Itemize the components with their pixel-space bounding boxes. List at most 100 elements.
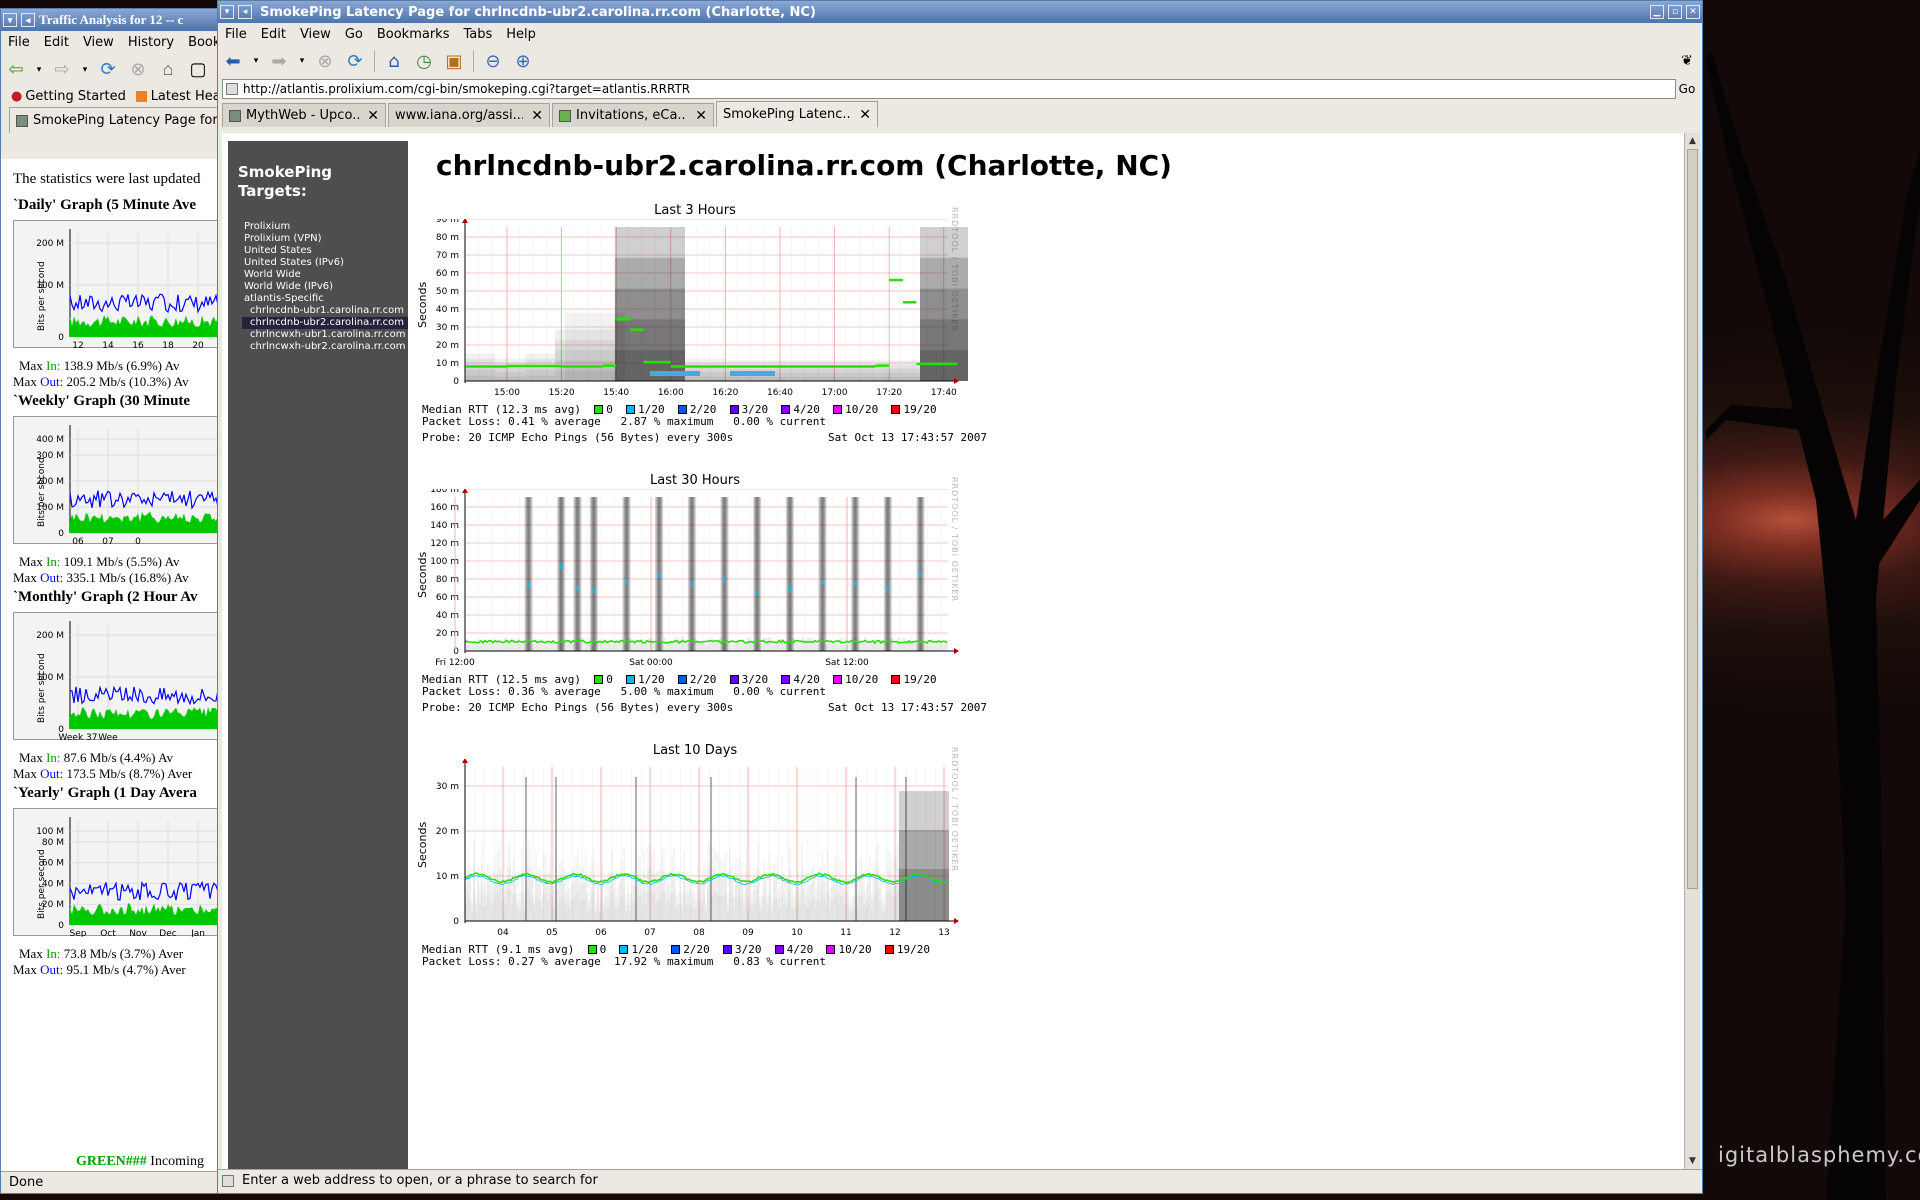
menu-file[interactable]: File [218,27,254,42]
forward-arrow-icon[interactable]: ⇨ [49,56,75,82]
stop-icon[interactable]: ⊗ [312,48,338,74]
vertical-scrollbar[interactable]: ▲ ▼ [1684,133,1700,1169]
x-axis-arrow [954,918,959,924]
tab-iana[interactable]: www.iana.org/assi... ✕ [388,103,550,127]
smoke-band [731,897,733,921]
smoke-band [762,638,765,651]
menu-go[interactable]: Go [338,27,370,42]
address-bar[interactable]: http://atlantis.prolixium.com/cgi-bin/sm… [222,79,1676,99]
traffic-window-titlebar[interactable]: ▾ ◂ Traffic Analysis for 12 -- c [1,9,229,31]
home-icon[interactable]: ⌂ [381,48,407,74]
sidebar-subitem-2[interactable]: chrlncwxh-ubr1.carolina.rr.com [244,329,408,341]
smoke-band [657,901,659,921]
back-history-icon[interactable]: ▾ [250,48,262,74]
legend-swatch [671,945,681,954]
x-tick-label: Sep [70,929,87,937]
forward-history-icon[interactable]: ▾ [296,48,308,74]
tab-smokeping[interactable]: SmokePing Latenc... ✕ [716,101,878,127]
section-heading: `Yearly' Graph (1 Day Avera [13,785,197,801]
back-history-icon[interactable]: ▾ [33,56,45,82]
window-shade-icon[interactable]: ◂ [238,5,252,19]
sidebar-subitem-1[interactable]: chrlncdnb-ubr2.carolina.rr.com [242,317,408,329]
go-button[interactable]: Go [1676,82,1698,96]
tab-invitations[interactable]: Invitations, eCa... ✕ [552,103,714,127]
smokeping-titlebar[interactable]: ▾ ◂ SmokePing Latency Page for chrlncdnb… [218,1,1702,23]
sidebar-subitem-0[interactable]: chrlncdnb-ubr1.carolina.rr.com [244,305,408,317]
zoom-in-icon[interactable]: ⊕ [510,48,536,74]
scroll-down-icon[interactable]: ▼ [1685,1153,1700,1169]
menu-file[interactable]: File [1,35,37,50]
back-arrow-icon[interactable]: ⬅ [220,48,246,74]
window-menu-icon[interactable]: ▾ [3,13,17,27]
legend-label: 19/20 [903,403,937,416]
close-icon[interactable]: ✕ [1686,5,1700,19]
bookmark-icon[interactable]: ▢ [185,56,211,82]
smoke-band [897,890,899,921]
sidebar-item-0[interactable]: Prolixium [244,221,408,233]
sidebar-item-2[interactable]: United States [244,245,408,257]
reload-icon[interactable]: ⟳ [342,48,368,74]
smoke-band [843,903,845,921]
legend-entry: 19/20 [878,673,937,686]
smoke-band [543,644,546,651]
y-axis-arrow [462,489,468,493]
forward-arrow-icon[interactable]: ➡ [266,48,292,74]
smoke-band [935,869,937,921]
menu-edit[interactable]: Edit [37,35,76,50]
traffic-analysis-window[interactable]: ▾ ◂ Traffic Analysis for 12 -- c File Ed… [0,8,230,1194]
smoke-band [943,869,945,921]
smoke-band [887,891,889,921]
reload-icon[interactable]: ⟳ [95,56,121,82]
smoke-band [549,894,551,921]
menu-help[interactable]: Help [499,27,543,42]
menu-view[interactable]: View [293,27,338,42]
menu-edit[interactable]: Edit [254,27,293,42]
bookmark-getting-started[interactable]: Getting Started [25,89,126,104]
tab-close-icon[interactable]: ✕ [695,108,707,124]
traffic-tab[interactable]: SmokePing Latency Page for ch [9,107,227,133]
history-icon[interactable]: ◷ [411,48,437,74]
maximize-icon[interactable]: ▫ [1668,5,1682,19]
menu-view[interactable]: View [76,35,121,50]
smoke-band [901,869,903,921]
tab-close-icon[interactable]: ✕ [859,107,871,123]
smoke-band [893,896,895,921]
smoke-area [465,227,968,381]
smoke-band [685,904,687,921]
stop-icon[interactable]: ⊗ [125,56,151,82]
zoom-out-icon[interactable]: ⊖ [480,48,506,74]
forward-history-icon[interactable]: ▾ [79,56,91,82]
sidebar-item-5[interactable]: World Wide (IPv6) [244,281,408,293]
loss-marker [756,590,759,596]
sidebar-item-6[interactable]: atlantis-Specific [244,293,408,305]
scroll-thumb[interactable] [1687,149,1698,889]
tab-close-icon[interactable]: ✕ [367,108,379,124]
menu-tabs[interactable]: Tabs [456,27,499,42]
sidebar-item-4[interactable]: World Wide [244,269,408,281]
bookmarks-icon[interactable]: ▣ [441,48,467,74]
tab-label: www.iana.org/assi... [395,108,524,123]
scroll-up-icon[interactable]: ▲ [1685,133,1700,149]
smoke-band [623,891,625,921]
home-icon[interactable]: ⌂ [155,56,181,82]
sidebar-subitem-3[interactable]: chrlncwxh-ubr2.carolina.rr.com [244,341,408,353]
window-menu-icon[interactable]: ▾ [220,5,234,19]
smoke-band [663,637,666,651]
back-arrow-icon[interactable]: ⇦ [3,56,29,82]
smoke-band [751,909,753,921]
menu-history[interactable]: History [121,35,181,50]
smoke-band [593,893,595,921]
tab-mythweb[interactable]: MythWeb - Upco... ✕ [222,103,386,127]
tab-close-icon[interactable]: ✕ [531,108,543,124]
smoke-band [611,892,613,921]
sidebar-item-1[interactable]: Prolixium (VPN) [244,233,408,245]
y-axis-label: Bits per second [37,849,47,919]
smoke-band [533,911,535,921]
smokeping-window[interactable]: ▾ ◂ SmokePing Latency Page for chrlncdnb… [217,0,1703,1194]
smoke-band [615,907,617,921]
sidebar-item-3[interactable]: United States (IPv6) [244,257,408,269]
window-shade-icon[interactable]: ◂ [21,13,35,27]
minimize-icon[interactable]: ▁ [1650,5,1664,19]
menu-bookmarks[interactable]: Bookmarks [370,27,457,42]
y-axis-arrow [462,759,468,763]
